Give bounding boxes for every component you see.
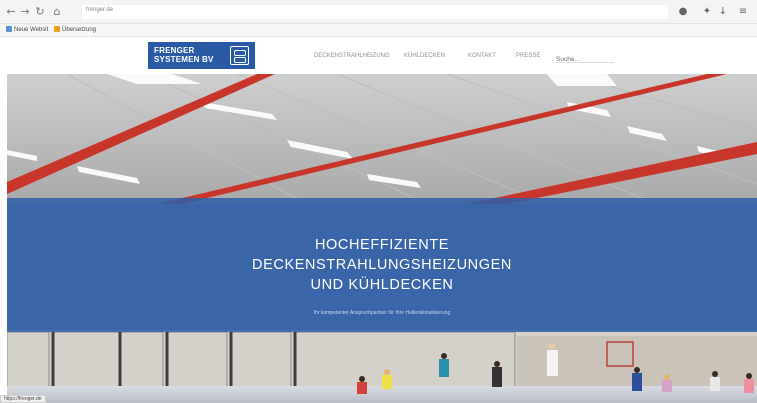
bookmark-favicon-icon <box>6 26 12 32</box>
status-bar: https://frenger.de <box>0 395 46 403</box>
address-bar[interactable]: frenger.de <box>82 5 668 19</box>
url-text: frenger.de <box>86 7 114 13</box>
bookmark-item[interactable]: Neue Websit <box>6 26 48 35</box>
site-header: FRENGER SYSTEMEN BV DECKENSTRAHLHEIZUNG … <box>0 37 757 74</box>
logo-text: FRENGER SYSTEMEN BV <box>154 46 214 64</box>
home-icon[interactable]: ⌂ <box>50 5 64 19</box>
extension-icon[interactable]: ● <box>676 5 690 19</box>
nav-item-deckenstrahlheizung[interactable]: DECKENSTRAHLHEIZUNG <box>314 51 390 61</box>
back-arrow-icon[interactable]: ← <box>4 5 18 19</box>
bookmark-favicon-icon <box>54 26 60 32</box>
logo-mark-icon <box>230 46 249 65</box>
bookmark-item[interactable]: Übersetzung <box>54 26 96 35</box>
browser-toolbar: ← → ↻ ⌂ frenger.de ● ✦ ↓ ≡ <box>0 0 757 24</box>
bookmark-icon[interactable]: ✦ <box>700 5 714 19</box>
hero-text-band: HOCHEFFIZIENTE DECKENSTRAHLUNGSHEIZUNGEN… <box>7 198 757 332</box>
hero-title: HOCHEFFIZIENTE DECKENSTRAHLUNGSHEIZUNGEN… <box>252 237 512 293</box>
search-input[interactable] <box>556 52 612 67</box>
hero-subtitle: Ihr kompetenter Ansprechpartner für Ihre… <box>313 310 451 316</box>
reload-icon[interactable]: ↻ <box>33 5 47 19</box>
menu-icon[interactable]: ≡ <box>736 5 750 19</box>
forward-arrow-icon[interactable]: → <box>18 5 32 19</box>
logo[interactable]: FRENGER SYSTEMEN BV <box>148 42 255 69</box>
bookmarks-bar: Neue Websit Übersetzung <box>0 24 757 37</box>
hero-banner: HOCHEFFIZIENTE DECKENSTRAHLUNGSHEIZUNGEN… <box>7 74 757 403</box>
download-icon[interactable]: ↓ <box>716 5 730 19</box>
search-box[interactable] <box>556 48 614 67</box>
nav-item-presse[interactable]: PRESSE <box>516 51 540 61</box>
nav-item-kuehldecken[interactable]: KÜHLDECKEN <box>404 51 445 61</box>
nav-item-kontakt[interactable]: KONTAKT <box>468 51 496 61</box>
